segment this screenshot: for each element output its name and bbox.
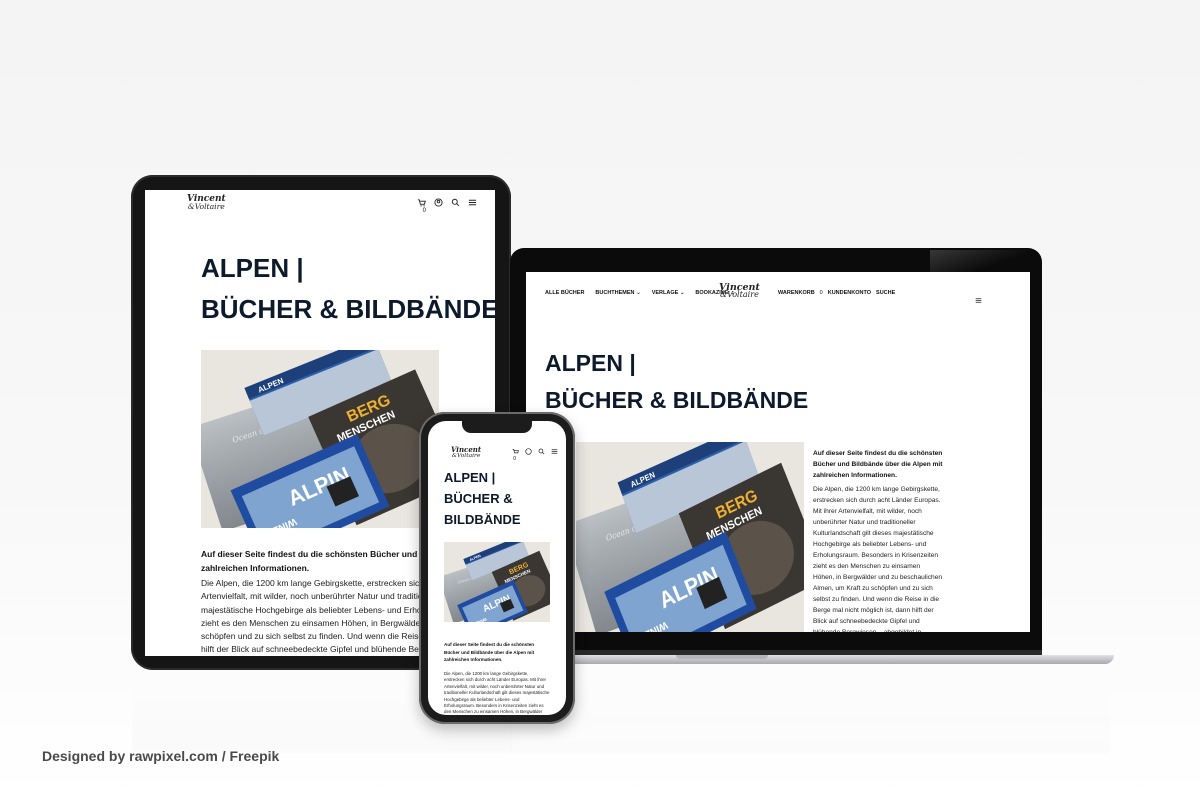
header-icons	[417, 198, 477, 207]
books-image: Ocean of Clouds ALPEN BERG MENSCHEN ALPI…	[444, 542, 550, 622]
search-icon[interactable]	[538, 448, 545, 455]
site-logo[interactable]: Vincent &Voltaire	[719, 283, 760, 300]
nav-search[interactable]: SUCHE	[876, 290, 895, 296]
logo-line2: &Voltaire	[187, 201, 225, 211]
nav-cart-count: 0	[819, 290, 823, 296]
nav-topics[interactable]: BUCHTHEMEN ⌄	[595, 290, 640, 296]
laptop-screen: ALLE BÜCHER BUCHTHEMEN ⌄ VERLAGE ⌄ BOOKA…	[526, 272, 1030, 632]
logo-line2: &Voltaire	[451, 451, 481, 459]
logo-line2: &Voltaire	[719, 290, 759, 300]
books-image: Ocean of Clouds ALPEN BERG MENSCHEN ALPI…	[576, 442, 804, 632]
intro-text: Auf dieser Seite findest du die schönste…	[444, 642, 535, 662]
menu-icon[interactable]	[468, 198, 477, 207]
cart-count: 0	[513, 456, 516, 462]
laptop-base	[490, 655, 1114, 664]
account-icon[interactable]	[525, 448, 532, 455]
books-image: Ocean of Clouds ALPEN BERG MENSCHEN ALPI…	[201, 350, 439, 528]
page-title: ALPEN | BÜCHER & BILDBÄNDE	[545, 350, 809, 413]
laptop-glare	[930, 250, 1040, 274]
search-icon[interactable]	[451, 198, 460, 207]
credit-text: Designed by rawpixel.com / Freepik	[42, 748, 280, 764]
page-title: ALPEN | BÜCHER & BILDBÄNDE	[201, 253, 495, 324]
desktop-nav: ALLE BÜCHER BUCHTHEMEN ⌄ VERLAGE ⌄ BOOKA…	[545, 290, 735, 296]
account-icon[interactable]	[434, 198, 443, 207]
header-icons	[512, 448, 558, 455]
laptop-notch	[676, 655, 768, 659]
intro-text: Auf dieser Seite findest du die schönste…	[813, 450, 943, 479]
phone-notch	[462, 421, 532, 433]
menu-icon[interactable]	[975, 291, 982, 309]
chevron-down-icon: ⌄	[636, 290, 641, 296]
cart-icon[interactable]	[512, 448, 519, 455]
site-logo[interactable]: Vincent &Voltaire	[451, 446, 481, 459]
nav-account[interactable]: KUNDENKONTO	[828, 290, 871, 296]
phone-screen: Vincent &Voltaire 0 ALPEN | BÜCHER & BIL…	[428, 421, 566, 715]
body-text: Die Alpen, die 1200 km lange Gebirgskett…	[444, 671, 550, 715]
nav-cart[interactable]: WARENKORB	[778, 290, 815, 296]
cart-icon[interactable]	[417, 198, 426, 207]
chevron-down-icon: ⌄	[679, 290, 685, 296]
menu-icon[interactable]	[551, 448, 558, 455]
cart-count: 0	[422, 208, 426, 214]
desktop-nav-right: WARENKORB 0 KUNDENKONTO SUCHE	[778, 290, 895, 296]
body-text: Die Alpen, die 1200 km lange Gebirgskett…	[813, 486, 943, 632]
site-logo[interactable]: Vincent &Voltaire	[187, 195, 226, 211]
nav-publishers[interactable]: VERLAGE ⌄	[652, 290, 685, 296]
nav-all-books[interactable]: ALLE BÜCHER	[545, 290, 584, 296]
page-title: ALPEN | BÜCHER & BILDBÄNDE	[444, 470, 521, 527]
